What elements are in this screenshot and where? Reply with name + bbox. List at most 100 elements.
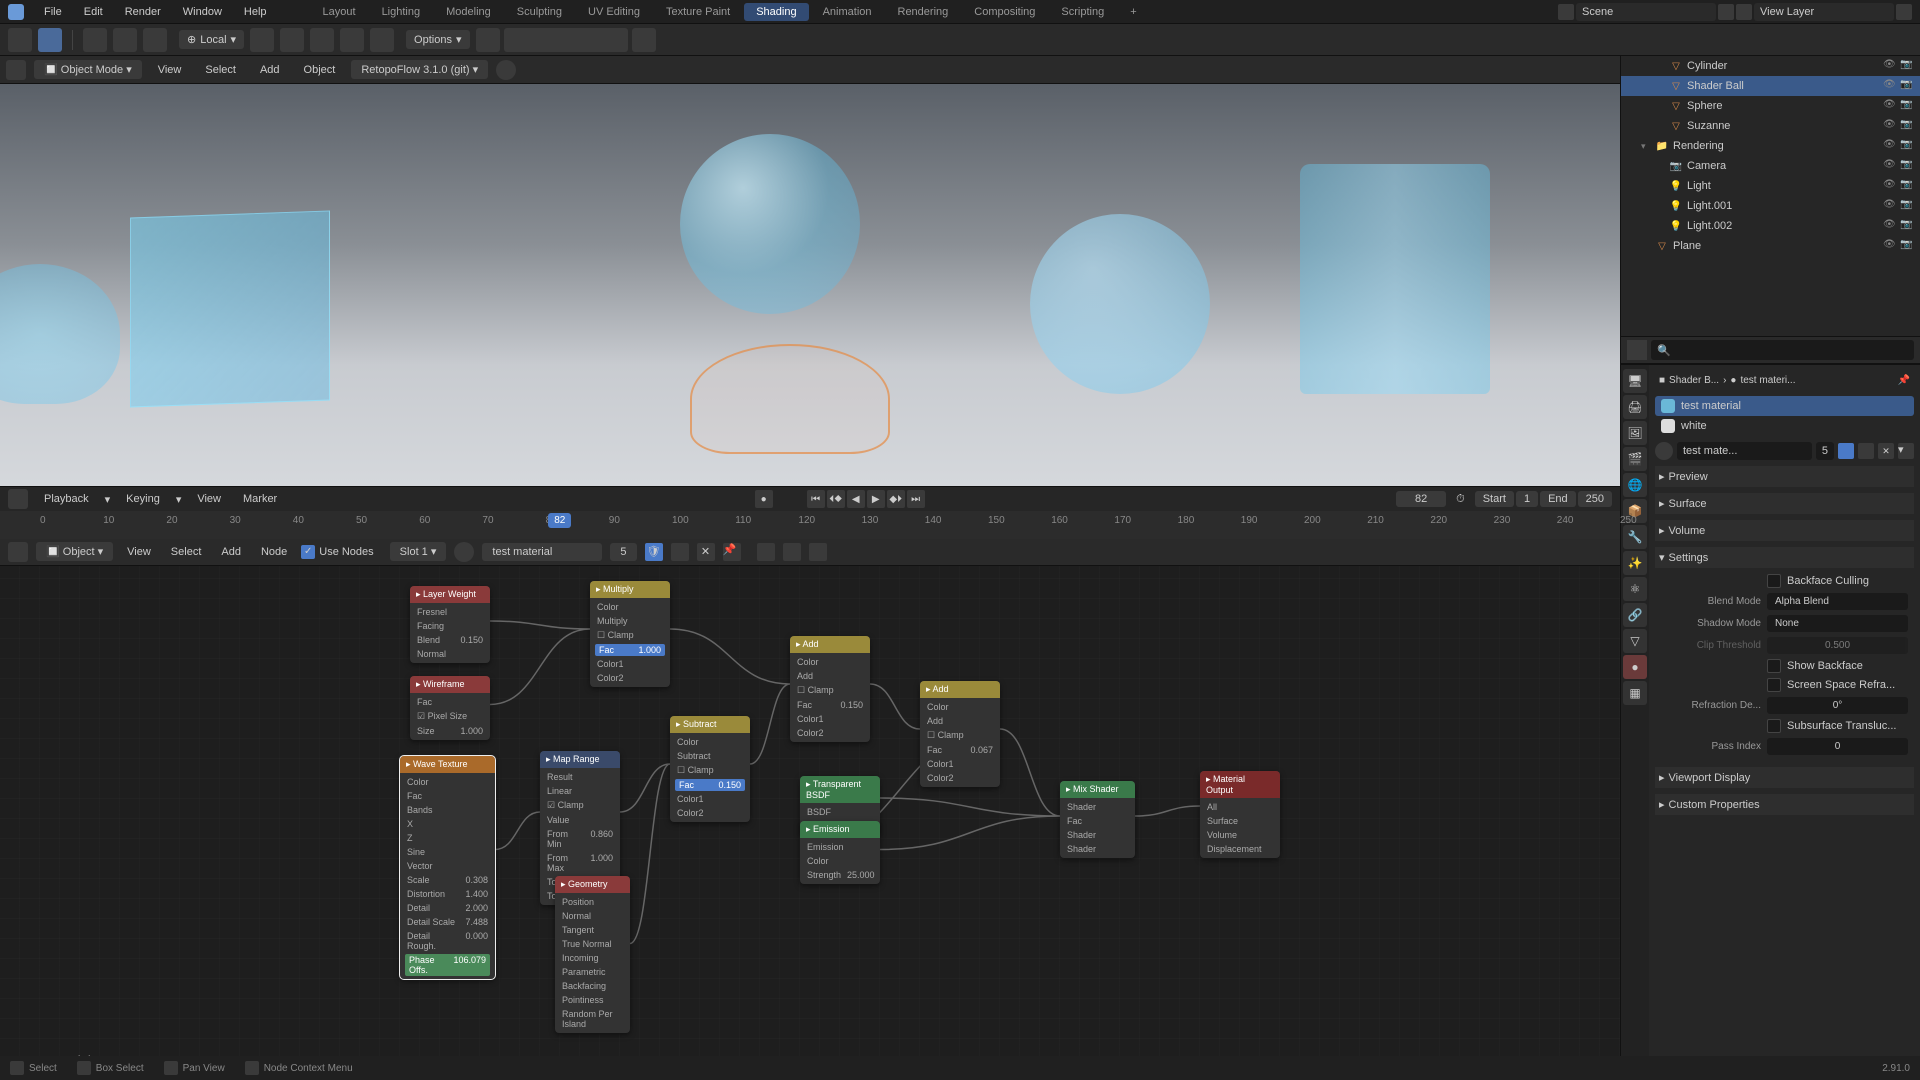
tab-data-icon[interactable]: ▽: [1623, 629, 1647, 653]
node-canvas[interactable]: test material ▸ Layer WeightFresnelFacin…: [0, 566, 1620, 1078]
blender-logo-icon[interactable]: [8, 4, 24, 20]
node-socket[interactable]: Color: [405, 776, 490, 788]
material-name-input[interactable]: test mate...: [1677, 442, 1812, 460]
node-socket[interactable]: Fac: [415, 696, 485, 708]
shader-node-wave-texture[interactable]: ▸ Wave TextureColorFacBandsXZSineVectorS…: [400, 756, 495, 979]
screen-space-refraction-checkbox[interactable]: [1767, 678, 1781, 692]
3d-viewport[interactable]: [0, 84, 1620, 486]
tab-compositing[interactable]: Compositing: [962, 3, 1047, 21]
menu-edit[interactable]: Edit: [74, 3, 113, 21]
hide-viewport-icon[interactable]: 👁: [1883, 239, 1897, 253]
timeline-playhead[interactable]: 82: [548, 513, 571, 528]
node-socket[interactable]: ☐ Clamp: [675, 764, 745, 777]
node-socket[interactable]: X: [405, 818, 490, 830]
pivot-icon[interactable]: [250, 28, 274, 52]
options-dropdown[interactable]: Options ▾: [406, 30, 469, 49]
node-header[interactable]: ▸ Add: [920, 681, 1000, 698]
outliner-filter-icon[interactable]: [632, 28, 656, 52]
outliner-row-rendering[interactable]: ▾📁Rendering👁📷: [1621, 136, 1920, 156]
proportional-type-icon[interactable]: [370, 28, 394, 52]
tab-shading[interactable]: Shading: [744, 3, 808, 21]
pass-index-field[interactable]: 0: [1767, 738, 1908, 755]
hide-viewport-icon[interactable]: 👁: [1883, 139, 1897, 153]
node-socket[interactable]: Pointiness: [560, 994, 625, 1006]
tab-modeling[interactable]: Modeling: [434, 3, 503, 21]
mode-dropdown[interactable]: 🔲 Object Mode ▾: [34, 60, 142, 79]
end-frame-field[interactable]: 250: [1578, 491, 1612, 507]
node-socket[interactable]: Displacement: [1205, 843, 1275, 855]
tab-scene-icon[interactable]: 🎬: [1623, 447, 1647, 471]
material-users-field[interactable]: 5: [610, 543, 636, 561]
node-socket[interactable]: Add: [795, 670, 865, 682]
node-socket[interactable]: Color: [675, 736, 745, 748]
viewlayer-name-field[interactable]: View Layer: [1754, 3, 1894, 21]
node-socket[interactable]: Detail Scale7.488: [405, 916, 490, 928]
hide-render-icon[interactable]: 📷: [1900, 99, 1914, 113]
menu-window[interactable]: Window: [173, 3, 232, 21]
node-socket[interactable]: ☐ Clamp: [595, 629, 665, 642]
tab-add[interactable]: +: [1118, 3, 1148, 21]
tab-sculpting[interactable]: Sculpting: [505, 3, 574, 21]
viewport-menu-object[interactable]: Object: [296, 61, 344, 79]
shader-node-layer-weight[interactable]: ▸ Layer WeightFresnelFacingBlend0.150Nor…: [410, 586, 490, 663]
node-socket[interactable]: Color2: [595, 672, 665, 684]
timer-icon[interactable]: ⏱: [1456, 493, 1465, 506]
node-socket[interactable]: True Normal: [560, 938, 625, 950]
unlink-material-icon[interactable]: ✕: [697, 543, 715, 561]
outliner-row-camera[interactable]: 📷Camera👁📷: [1621, 156, 1920, 176]
tab-layout[interactable]: Layout: [311, 3, 368, 21]
node-socket[interactable]: Incoming: [560, 952, 625, 964]
slot-dropdown[interactable]: Slot 1 ▾: [390, 542, 447, 561]
node-header[interactable]: ▸ Mix Shader: [1060, 781, 1135, 798]
mat-browse-icon[interactable]: [1655, 442, 1673, 460]
prev-keyframe-icon[interactable]: ⏴◆: [827, 490, 845, 508]
node-socket[interactable]: Color1: [925, 758, 995, 770]
node-socket[interactable]: Multiply: [595, 615, 665, 627]
node-socket[interactable]: Subtract: [675, 750, 745, 762]
node-menu-node[interactable]: Node: [255, 543, 293, 561]
node-socket[interactable]: Add: [925, 715, 995, 727]
node-socket[interactable]: From Min0.860: [545, 828, 615, 850]
auto-keyframe-icon[interactable]: ●: [755, 490, 773, 508]
node-socket[interactable]: Color: [805, 855, 875, 867]
timeline-menu-playback[interactable]: Playback: [38, 491, 95, 507]
help-icon[interactable]: [496, 60, 516, 80]
node-socket[interactable]: ☐ Clamp: [795, 684, 865, 697]
node-header[interactable]: ▸ Transparent BSDF: [800, 776, 880, 803]
addon-dropdown[interactable]: RetopoFlow 3.1.0 (git) ▾: [351, 60, 488, 79]
panel-surface-header[interactable]: ▸ Surface: [1655, 493, 1914, 514]
material-users-button[interactable]: 5: [1816, 442, 1834, 460]
material-name-field[interactable]: test material: [482, 543, 602, 561]
panel-volume-header[interactable]: ▸ Volume: [1655, 520, 1914, 541]
node-socket[interactable]: Fac0.067: [925, 744, 995, 756]
shader-node-geometry[interactable]: ▸ GeometryPositionNormalTangentTrue Norm…: [555, 876, 630, 1033]
node-header[interactable]: ▸ Layer Weight: [410, 586, 490, 603]
hide-render-icon[interactable]: 📷: [1900, 139, 1914, 153]
next-keyframe-icon[interactable]: ◆⏵: [887, 490, 905, 508]
tab-physics-icon[interactable]: ⚛: [1623, 577, 1647, 601]
hide-render-icon[interactable]: 📷: [1900, 159, 1914, 173]
tab-lighting[interactable]: Lighting: [370, 3, 433, 21]
outliner-row-light-001[interactable]: 💡Light.001👁📷: [1621, 196, 1920, 216]
outliner-search-icon[interactable]: [504, 28, 628, 52]
jump-end-icon[interactable]: ⏭: [907, 490, 925, 508]
scene-name-field[interactable]: Scene: [1576, 3, 1716, 21]
panel-custom-props-header[interactable]: ▸ Custom Properties: [1655, 794, 1914, 815]
node-editor-type-icon[interactable]: [8, 542, 28, 562]
prop-filter-icon[interactable]: [1627, 340, 1647, 360]
hide-viewport-icon[interactable]: 👁: [1883, 79, 1897, 93]
node-socket[interactable]: Fac1.000: [595, 644, 665, 656]
mat-unlink-icon[interactable]: ✕: [1878, 443, 1894, 459]
snap-icon[interactable]: [280, 28, 304, 52]
node-socket[interactable]: Fac0.150: [675, 779, 745, 791]
hide-viewport-icon[interactable]: 👁: [1883, 219, 1897, 233]
panel-settings-header[interactable]: ▾ Settings: [1655, 547, 1914, 568]
tab-world-icon[interactable]: 🌐: [1623, 473, 1647, 497]
node-socket[interactable]: Size1.000: [415, 725, 485, 737]
select-tool-icon[interactable]: [38, 28, 62, 52]
tab-texture-paint[interactable]: Texture Paint: [654, 3, 742, 21]
editor-type-icon[interactable]: [6, 60, 26, 80]
viewport-menu-add[interactable]: Add: [252, 61, 288, 79]
node-socket[interactable]: Bands: [405, 804, 490, 816]
outliner-row-plane[interactable]: ▽Plane👁📷: [1621, 236, 1920, 256]
